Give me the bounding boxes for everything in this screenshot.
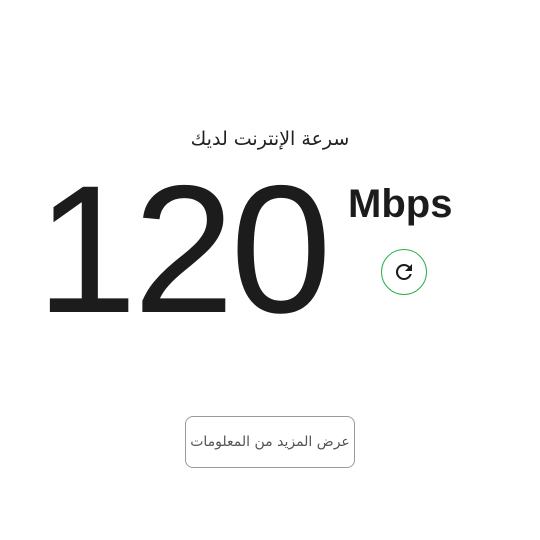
refresh-icon	[392, 260, 416, 284]
more-info-label: عرض المزيد من المعلومات	[190, 434, 350, 450]
more-info-button[interactable]: عرض المزيد من المعلومات	[185, 416, 355, 468]
speed-unit: Mbps	[348, 182, 453, 226]
refresh-button[interactable]	[381, 249, 427, 295]
speed-value: 120	[36, 147, 332, 351]
